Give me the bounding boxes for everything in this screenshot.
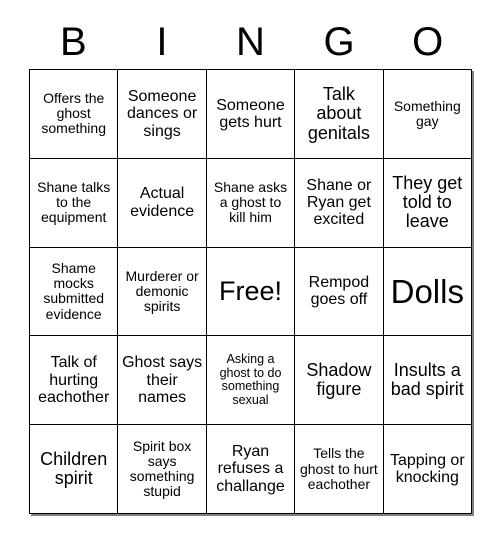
bingo-cell[interactable]: Shane asks a ghost to kill him xyxy=(206,158,296,248)
bingo-cell-text: Tapping or knocking xyxy=(389,451,465,487)
bingo-cell-text: Shame mocks submitted evidence xyxy=(43,260,105,322)
bingo-cell-text: Offers the ghost something xyxy=(41,90,106,137)
bingo-cell[interactable]: Spirit box says something stupid xyxy=(118,425,207,514)
bingo-cell[interactable]: Actual evidence xyxy=(118,158,207,248)
bingo-cell[interactable]: Shane talks to the equipment xyxy=(30,158,119,248)
bingo-cell[interactable]: Tells the ghost to hurt eachother xyxy=(295,425,384,514)
bingo-cell-text: Spirit box says something stupid xyxy=(129,437,195,500)
bingo-cell[interactable]: Someone dances or sings xyxy=(118,70,207,159)
bingo-cell-text: Children spirit xyxy=(40,448,108,489)
bingo-header-letter-o: O xyxy=(412,19,444,64)
bingo-cell[interactable]: Rempod goes off xyxy=(295,247,384,337)
bingo-cell-text: They get told to leave xyxy=(392,172,463,232)
bingo-cell-text: Ryan refuses a challange xyxy=(216,443,285,495)
bingo-cell[interactable]: Offers the ghost something xyxy=(30,70,119,159)
bingo-cell-free[interactable]: Free! xyxy=(206,247,296,337)
bingo-cell[interactable]: Children spirit xyxy=(30,425,119,514)
bingo-cell-text: Actual evidence xyxy=(130,185,195,220)
bingo-cell-text: Ghost says their names xyxy=(122,354,203,406)
bingo-cell-text: Shadow figure xyxy=(306,359,372,400)
bingo-cell[interactable]: Asking a ghost to do something sexual xyxy=(206,336,296,426)
bingo-cell-text: Shane asks a ghost to kill him xyxy=(213,179,288,226)
bingo-cell-text: Something gay xyxy=(393,97,461,129)
bingo-cell[interactable]: Tapping or knocking xyxy=(383,425,472,514)
bingo-cell-text: Tells the ghost to hurt eachother xyxy=(299,445,378,492)
bingo-cell[interactable]: Shadow figure xyxy=(295,336,384,426)
bingo-cell[interactable]: Ghost says their names xyxy=(118,336,207,426)
bingo-card: B I N G O Offers the ghost something Som… xyxy=(29,14,472,514)
bingo-cell[interactable]: Something gay xyxy=(383,70,472,159)
bingo-cell-text: Someone gets hurt xyxy=(216,96,285,131)
bingo-cell-text: Rempod goes off xyxy=(308,274,370,309)
bingo-cell-text: Murderer or demonic spirits xyxy=(125,267,199,315)
bingo-cell-text: Someone dances or sings xyxy=(126,88,198,140)
bingo-header-letter-g: G xyxy=(323,19,355,64)
bingo-cell[interactable]: Talk about genitals xyxy=(295,70,384,159)
bingo-cell[interactable]: They get told to leave xyxy=(383,158,472,248)
bingo-cell-text: Asking a ghost to do something sexual xyxy=(219,352,282,407)
bingo-cell[interactable]: Someone gets hurt xyxy=(206,70,296,159)
bingo-cell[interactable]: Talk of hurting eachother xyxy=(30,336,119,426)
bingo-cell[interactable]: Dolls xyxy=(383,247,472,337)
bingo-header-letter-n: N xyxy=(236,19,265,64)
bingo-cell-text: Shane talks to the equipment xyxy=(37,179,111,226)
bingo-header: B I N G O xyxy=(29,14,472,69)
bingo-cell[interactable]: Shame mocks submitted evidence xyxy=(30,247,119,337)
bingo-header-letter-i: I xyxy=(156,19,168,64)
bingo-header-letter-b: B xyxy=(59,19,87,64)
bingo-cell-text: Free! xyxy=(218,275,282,306)
bingo-cell-text: Talk of hurting eachother xyxy=(38,354,110,406)
bingo-cell[interactable]: Ryan refuses a challange xyxy=(206,425,296,514)
bingo-cell-text: Insults a bad spirit xyxy=(390,359,464,400)
bingo-grid: Offers the ghost something Someone dance… xyxy=(29,69,472,514)
bingo-cell-text: Shane or Ryan get excited xyxy=(306,176,372,229)
bingo-cell-text: Talk about genitals xyxy=(307,83,370,143)
bingo-cell-text: Dolls xyxy=(390,272,464,310)
bingo-cell[interactable]: Murderer or demonic spirits xyxy=(118,247,207,337)
bingo-cell[interactable]: Insults a bad spirit xyxy=(383,336,472,426)
bingo-cell[interactable]: Shane or Ryan get excited xyxy=(295,158,384,248)
